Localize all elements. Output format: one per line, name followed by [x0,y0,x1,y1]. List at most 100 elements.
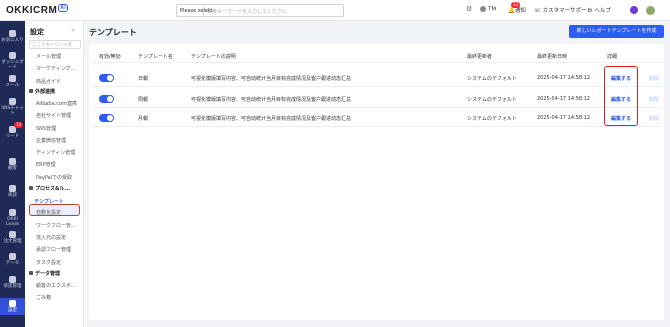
leftnav-badge: 74 [14,122,24,128]
delete-link[interactable]: 削除 [649,115,659,122]
leftnav-label: リード [5,134,20,139]
sidebar-item[interactable]: ワークフロー管... [36,222,76,229]
deal-icon [9,185,16,192]
sidebar-item[interactable]: 顧客のエクスポ... [36,282,76,289]
enable-toggle[interactable] [99,74,114,82]
leftnav-label: OKKI Leads [5,217,20,227]
dashboard-icon [9,52,16,59]
sidebar-item[interactable]: SNS管理 [36,125,56,132]
profile-avatar[interactable] [646,6,655,15]
template-name: 日報 [138,76,149,82]
sidebar-item[interactable]: 企業微信管理 [36,137,66,144]
leftnav-item-dashboard[interactable]: ダッシュボード [0,50,25,72]
sidebar-item[interactable]: 承認フロー管理 [36,246,71,253]
support-label: カスタマーサポート [542,8,593,14]
star-icon [9,30,16,37]
sidebar-item[interactable]: テンプレート [34,198,64,205]
settings-icon [9,300,16,307]
link-icon [29,88,33,93]
sidebar-item[interactable]: メール管理 [36,53,61,60]
help-label: ヘルプ [594,8,611,14]
leftnav-item-lead[interactable]: リード 74 [0,122,25,141]
brand-logo[interactable]: OKKICRM AI [6,4,69,16]
sidebar-item[interactable]: 流入元の設定 [36,234,66,241]
process-icon [29,186,33,190]
enable-toggle[interactable] [99,114,114,122]
group-label: 外部連携 [35,88,56,95]
sidebar-item[interactable]: Alibaba.com連携 [36,100,77,107]
notification-count-badge: 32 [511,2,521,8]
sidebar-collapse-icon[interactable]: « [71,27,75,34]
global-search[interactable]: Please selekt 検索キーワードを入力してください [176,4,344,17]
delete-link[interactable]: 削除 [649,96,659,103]
leftnav-label: 設定 [8,308,17,313]
last-updater: システムのデフォルト [467,97,517,103]
sidebar-item[interactable]: タスク設定 [36,259,61,266]
user-menu[interactable]: TM [480,6,496,13]
customer-support-button[interactable]: ☏ カスタマーサポート [534,6,592,14]
leftnav-label: データ [5,261,20,266]
search-divider [203,7,204,15]
customer-icon [9,158,16,165]
leftnav-item-leads[interactable]: OKKI Leads [0,207,25,229]
row-divider [92,107,662,108]
user-avatar [480,6,486,12]
delete-link[interactable]: 削除 [649,75,659,82]
sidebar-item[interactable]: 商品ガイド [36,78,61,85]
table-header: 最終更新者 [467,54,493,60]
brand-name: OKKICRM [6,5,58,16]
leads-icon [9,209,16,216]
leftnav-item-mail[interactable]: メール [0,73,25,90]
leftnav-item-approval[interactable]: 承認管理 [0,274,25,291]
leftnav-item-settings[interactable]: 設定 [0,298,25,315]
user-name: TM [488,6,497,13]
sidebar-group-process[interactable]: プロセス&ル... [29,185,70,192]
last-updated: 2025-04-17 14:58:12 [537,115,591,121]
enable-toggle[interactable] [99,95,114,103]
help-button[interactable]: ⊙ ヘルプ [588,6,611,14]
sidebar-group-data[interactable]: データ管理 [29,270,60,277]
leftnav-item-star[interactable]: お気に入り [0,28,25,45]
row-divider [92,126,662,127]
page-title: テンプレート [89,28,137,37]
leftnav-label: 顧客 [8,166,17,171]
headset-icon: ☏ [534,8,541,14]
sidebar-item[interactable]: 自動化設定 [36,209,61,216]
table-header: 詳細 [607,54,618,60]
leftnav-label: メール [5,83,20,88]
last-updater: システムのデフォルト [467,76,517,82]
leftnav-item-deal[interactable]: 商談 [0,183,25,200]
new-report-template-button[interactable]: 新しいレポートテンプレートを作成 [569,25,664,38]
last-updated: 2025-04-17 14:58:12 [537,75,591,81]
group-label: データ管理 [35,270,61,277]
sidebar-group-external[interactable]: 外部連携 [29,88,55,95]
leftnav-item-data[interactable]: データ [0,251,25,268]
table-header: テンプレート名 [138,54,173,60]
template-description: 可视化模版填写内容、可自动统计当月目标完成情况及客户跟进动态汇总 [191,116,352,122]
sidebar-item[interactable]: マーケティング... [36,65,75,72]
table-header: 有効/無効 [99,54,121,60]
settings-gear-icon[interactable]: ⚙ [466,5,472,13]
sidebar-item[interactable]: PayPalでの受取 [36,174,72,181]
template-name: 月報 [138,116,149,122]
leftnav-item-customer[interactable]: 顧客 [0,156,25,173]
sidebar-search-input[interactable]: ここでキーワードを [29,40,81,49]
sidebar-item[interactable]: ERP管理 [36,161,56,168]
leftnav-item-order[interactable]: 注文管理 [0,229,25,246]
order-icon [9,231,16,238]
app-switch-icon[interactable] [630,6,638,14]
sidebar-item[interactable]: ディンディン管理 [36,149,75,156]
data-icon [9,253,16,260]
mail-icon [9,75,16,82]
ai-badge: AI [58,4,69,12]
notification-button[interactable]: 🔔通知 32 [508,2,526,14]
chat-icon [9,98,16,105]
template-description: 可视化模版填写内容、可自动统计当月目标完成情况及客户跟进动态汇总 [191,97,352,103]
template-description: 可视化模版填写内容、可自动统计当月目标完成情况及客户跟进动态汇总 [191,76,352,82]
sidebar-item[interactable]: 自社サイト管理 [36,112,71,119]
leftnav-label: お気に入り [1,38,24,43]
sidebar-item[interactable]: ごみ箱 [36,294,51,301]
leftnav-item-chat[interactable]: SNSチャット [0,96,25,118]
search-input[interactable]: 検索キーワードを入力してください [207,8,287,15]
database-icon [29,270,33,275]
